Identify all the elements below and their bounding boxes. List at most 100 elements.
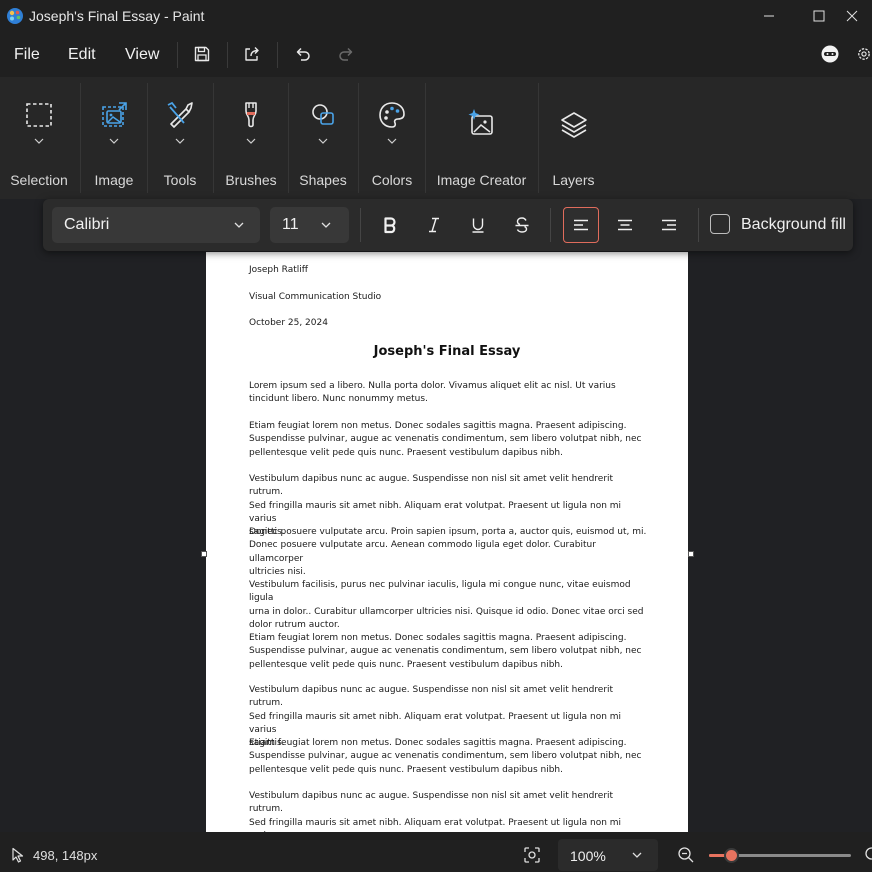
ribbon-toolbar: Selection Image Tools Brushes Shapes Col… [0, 77, 872, 199]
ribbon-group-image[interactable]: Image [82, 77, 146, 199]
maximize-button[interactable] [796, 0, 842, 32]
title-bar: Joseph's Final Essay - Paint [0, 0, 872, 32]
menu-view[interactable]: View [125, 46, 159, 64]
resize-handle-right[interactable] [688, 551, 694, 557]
align-right-button[interactable] [651, 207, 687, 243]
ribbon-group-colors[interactable]: Colors [360, 77, 424, 199]
ribbon-group-image-creator[interactable]: Image Creator [427, 77, 536, 199]
ribbon-label-shapes: Shapes [299, 172, 347, 188]
copilot-button[interactable] [815, 40, 845, 68]
font-size-select[interactable]: 11 [270, 207, 349, 243]
menu-divider [277, 42, 278, 68]
strikethrough-icon [515, 217, 529, 233]
background-fill-label[interactable]: Background fill [741, 216, 846, 234]
align-left-button[interactable] [563, 207, 599, 243]
image-icon [102, 102, 127, 127]
ribbon-divider [358, 83, 359, 193]
ribbon-group-layers[interactable]: Layers [540, 77, 607, 199]
doc-date: October 25, 2024 [249, 318, 328, 328]
palette-icon [379, 102, 405, 128]
ribbon-label-colors: Colors [371, 172, 413, 188]
ribbon-divider [80, 83, 81, 193]
chevron-down-icon [321, 222, 331, 228]
ribbon-label-layers: Layers [552, 172, 595, 188]
redo-button[interactable] [331, 40, 361, 68]
doc-paragraph: Vestibulum facilisis, purus nec pulvinar… [249, 580, 644, 630]
chevron-down-icon [109, 138, 119, 144]
doc-course: Visual Communication Studio [249, 292, 382, 302]
ribbon-group-shapes[interactable]: Shapes [290, 77, 356, 199]
chevron-down-icon [632, 852, 642, 858]
ribbon-label-image-creator: Image Creator [436, 172, 527, 188]
ribbon-label-image: Image [94, 172, 134, 188]
window-title: Joseph's Final Essay - Paint [29, 8, 205, 24]
toolbar-divider [550, 208, 551, 242]
menu-divider [177, 42, 178, 68]
fit-to-window-icon [524, 847, 540, 863]
doc-paragraph: Etiam feugiat lorem non metus. Donec sod… [249, 738, 642, 775]
strikethrough-button[interactable] [504, 207, 540, 243]
settings-button[interactable] [856, 40, 872, 68]
underline-icon [472, 218, 484, 233]
ribbon-divider [425, 83, 426, 193]
doc-title: Joseph's Final Essay [373, 344, 521, 359]
status-bar: 498, 148px 100% [0, 832, 872, 872]
font-family-select[interactable]: Calibri [52, 207, 260, 243]
ribbon-group-tools[interactable]: Tools [149, 77, 211, 199]
zoom-out-button[interactable] [675, 844, 697, 866]
maximize-icon [813, 10, 825, 22]
brush-icon [245, 102, 257, 128]
background-fill-checkbox[interactable] [710, 214, 730, 234]
resize-handle-left[interactable] [201, 551, 207, 557]
bold-icon [384, 217, 396, 234]
minimize-button[interactable] [746, 0, 792, 32]
settings-icon [858, 48, 870, 60]
undo-button[interactable] [288, 40, 318, 68]
layers-icon [560, 112, 587, 138]
zoom-in-icon[interactable] [864, 846, 872, 864]
shapes-icon [312, 104, 334, 125]
close-icon [846, 10, 858, 22]
save-button[interactable] [187, 40, 217, 68]
menu-divider [227, 42, 228, 68]
save-icon [194, 46, 210, 62]
toolbar-divider [360, 208, 361, 242]
menu-file[interactable]: File [14, 46, 40, 64]
copilot-icon [821, 45, 839, 63]
zoom-out-icon [678, 847, 694, 863]
underline-button[interactable] [460, 207, 496, 243]
chevron-down-icon [34, 138, 44, 144]
align-center-button[interactable] [607, 207, 643, 243]
chevron-down-icon [246, 138, 256, 144]
chevron-down-icon [234, 222, 244, 228]
minimize-icon [764, 15, 774, 17]
align-left-icon [574, 219, 588, 231]
close-button[interactable] [846, 0, 872, 32]
doc-paragraph: Etiam feugiat lorem non metus. Donec sod… [249, 633, 642, 670]
selection-icon [26, 103, 52, 127]
ribbon-group-selection[interactable]: Selection [0, 77, 78, 199]
ribbon-divider [147, 83, 148, 193]
canvas-document[interactable]: Joseph Ratliff Visual Communication Stud… [206, 252, 688, 832]
align-right-icon [662, 219, 676, 231]
zoom-level-select[interactable]: 100% [558, 839, 658, 871]
italic-button[interactable] [416, 207, 452, 243]
ribbon-group-brushes[interactable]: Brushes [215, 77, 287, 199]
ribbon-label-selection: Selection [10, 172, 68, 188]
ribbon-label-tools: Tools [163, 172, 197, 188]
share-button[interactable] [237, 40, 267, 68]
doc-paragraph: Donec posuere vulputate arcu. Proin sapi… [249, 527, 647, 577]
bold-button[interactable] [372, 207, 408, 243]
align-center-icon [618, 219, 632, 231]
menu-edit[interactable]: Edit [68, 46, 96, 64]
doc-paragraph: Lorem ipsum sed a libero. Nulla porta do… [249, 381, 616, 405]
redo-icon [339, 47, 353, 61]
fit-to-window-button[interactable] [519, 842, 545, 868]
zoom-slider-thumb[interactable] [724, 848, 740, 863]
ribbon-divider [538, 83, 539, 193]
font-family-value: Calibri [64, 216, 110, 233]
tools-icon [167, 101, 193, 128]
menu-bar: File Edit View [0, 32, 872, 77]
ribbon-label-brushes: Brushes [225, 172, 277, 188]
chevron-down-icon [175, 138, 185, 144]
